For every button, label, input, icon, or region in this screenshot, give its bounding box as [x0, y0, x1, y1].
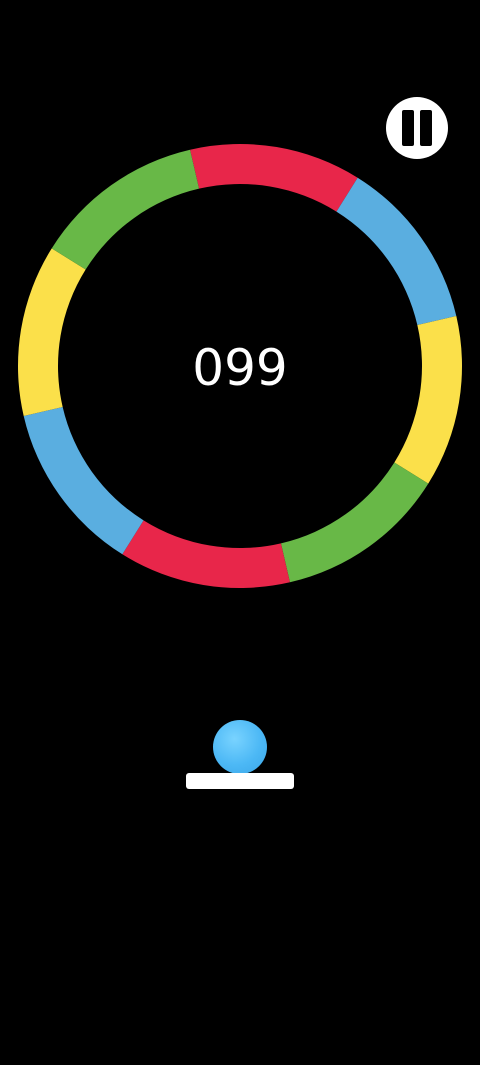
pause-button[interactable]: [386, 97, 448, 159]
color-ring: [18, 144, 462, 588]
ring-segment: [394, 316, 462, 484]
pause-icon-bar: [420, 110, 432, 146]
ring-segment: [280, 462, 429, 583]
ring-segment: [51, 149, 200, 270]
score-counter: 099: [192, 339, 288, 397]
ring-segment: [23, 406, 144, 555]
ring-segment: [190, 144, 358, 212]
start-platform: [186, 773, 294, 789]
ring-segment: [122, 520, 290, 588]
pause-icon: [402, 110, 414, 146]
ring-segment: [18, 248, 86, 416]
player-ball: [213, 720, 267, 774]
ring-segment: [336, 177, 457, 326]
game-stage[interactable]: 099: [0, 0, 480, 1065]
